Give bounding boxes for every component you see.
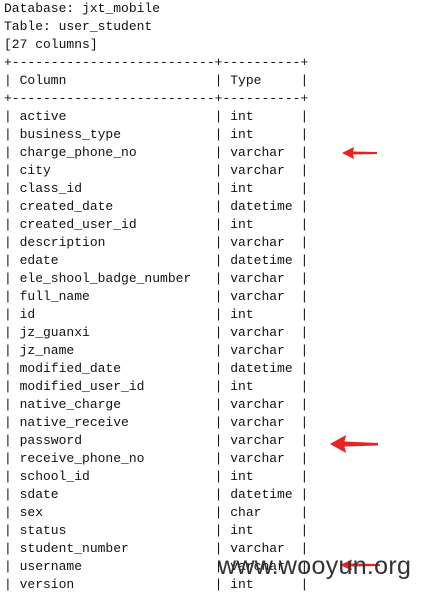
table-row: | business_type | int |	[4, 127, 309, 142]
table-row: | created_user_id | int |	[4, 217, 309, 232]
table-row: | modified_user_id | int |	[4, 379, 309, 394]
table-row: | ele_shool_badge_number | varchar |	[4, 271, 309, 286]
table-row: | full_name | varchar |	[4, 289, 309, 304]
table-row-highlighted: | city | varchar |	[0, 162, 426, 180]
table-line: Table: user_student	[4, 19, 153, 34]
table-border-header: +--------------------------+----------+	[4, 91, 309, 106]
terminal-output: Database: jxt_mobile Table: user_student…	[0, 0, 426, 594]
table-row: | edate | datetime |	[4, 253, 309, 268]
table-row: | id | int |	[4, 307, 309, 322]
watermark: www.wooyun.org	[218, 552, 412, 580]
arrow-icon-charge-phone	[342, 147, 377, 159]
table-row: | sex | char |	[4, 505, 309, 520]
table-row: | sdate | datetime |	[4, 487, 309, 502]
table-row: | class_id | int |	[4, 181, 309, 196]
table-row: | school_id | int |	[4, 469, 309, 484]
table-header-row: | Column | Type |	[4, 73, 309, 88]
arrow-icon-password	[330, 435, 378, 453]
database-line: Database: jxt_mobile	[4, 1, 161, 16]
table-row: | status | int |	[4, 523, 309, 538]
column-count-line: [27 columns]	[4, 37, 98, 52]
table-row: | active | int |	[4, 109, 309, 124]
table-row: | native_charge | varchar |	[4, 397, 309, 412]
table-row: | created_date | datetime |	[4, 199, 309, 214]
table-row: | native_receive | varchar |	[4, 415, 309, 430]
table-row: | modified_date | datetime |	[4, 361, 309, 376]
table-row: | jz_guanxi | varchar |	[4, 325, 309, 340]
table-row: | description | varchar |	[4, 235, 309, 250]
table-border-top: +--------------------------+----------+	[4, 55, 309, 70]
table-row: | jz_name | varchar |	[4, 343, 309, 358]
